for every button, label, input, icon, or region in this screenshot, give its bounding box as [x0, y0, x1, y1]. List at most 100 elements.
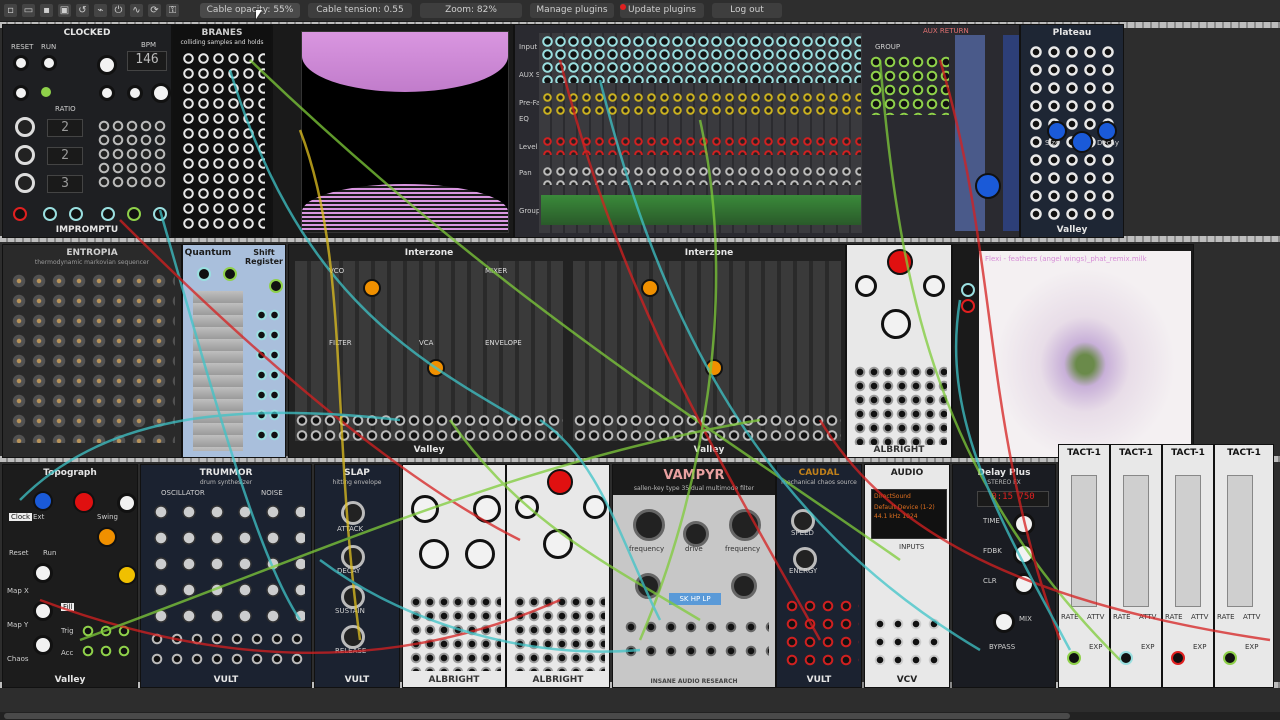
quantum-out-jack[interactable] [223, 267, 237, 281]
ratio-1-knob[interactable] [15, 117, 35, 137]
mixer-faders[interactable] [541, 195, 861, 225]
diffusion-knob[interactable] [1071, 131, 1093, 153]
run-knob[interactable] [41, 55, 57, 71]
drive-knob[interactable] [683, 521, 709, 547]
mixer-input-jacks[interactable] [541, 35, 861, 83]
time-knob[interactable] [1013, 513, 1035, 535]
bpm-knob[interactable] [97, 55, 117, 75]
albright-jacks[interactable] [513, 595, 605, 671]
touch-strip[interactable] [1123, 475, 1149, 607]
albright-main-knob[interactable] [881, 309, 911, 339]
frequency-knob-left[interactable] [633, 509, 665, 541]
trummor-knobs[interactable] [147, 499, 305, 627]
tact-output-jack[interactable] [1223, 651, 1237, 665]
frequency-knob-right[interactable] [729, 509, 761, 541]
sustain-knob[interactable] [341, 585, 365, 609]
audio-jacks[interactable] [871, 615, 945, 665]
map-y-knob[interactable] [33, 601, 53, 621]
clk2-jack[interactable] [127, 207, 141, 221]
albright-knob[interactable] [473, 495, 501, 523]
clk-knob[interactable] [151, 83, 171, 103]
interzone-2-jacks[interactable] [573, 413, 841, 443]
run-input-jack[interactable] [43, 207, 57, 221]
open-folder-icon[interactable]: ▭ [22, 4, 35, 17]
attack-knob[interactable] [341, 501, 365, 525]
topograph-yellow-knob[interactable] [117, 565, 137, 585]
mixer-level-cv-jacks[interactable] [541, 135, 861, 155]
zoom-slider[interactable]: Zoom: 82% [420, 3, 522, 18]
size-knob[interactable] [1047, 121, 1067, 141]
release-knob[interactable] [341, 625, 365, 649]
reset-input-jack[interactable] [13, 207, 27, 221]
reset-button[interactable] [13, 85, 29, 101]
wave-knob[interactable] [427, 359, 445, 377]
milkrack-jack[interactable] [961, 283, 975, 297]
ratio-2-knob[interactable] [15, 145, 35, 165]
peak-knob-left[interactable] [635, 573, 661, 599]
cable-opacity-slider[interactable]: Cable opacity: 55% [200, 3, 300, 18]
ratio-3-knob[interactable] [15, 173, 35, 193]
save-icon[interactable]: ▪ [40, 4, 53, 17]
master-level-knob[interactable] [975, 173, 1001, 199]
swing-knob[interactable] [99, 85, 115, 101]
clk3-jack[interactable] [153, 207, 167, 221]
clocked-knob-grid[interactable] [97, 119, 167, 189]
mixer-aux-knobs[interactable] [541, 91, 861, 117]
albright-knob[interactable] [419, 539, 449, 569]
peak-knob-right[interactable] [731, 573, 757, 599]
sync-icon[interactable]: ⟳ [148, 4, 161, 17]
albright-knob[interactable] [923, 275, 945, 297]
lock-icon[interactable]: ⚿ [166, 4, 179, 17]
disconnect-cables-icon[interactable]: ⌁ [94, 4, 107, 17]
shift-register-outs[interactable] [255, 305, 281, 445]
octave-knob[interactable] [363, 279, 381, 297]
quantum-toggle-column[interactable] [193, 291, 243, 451]
albright-jacks[interactable] [409, 595, 501, 671]
trummor-jacks[interactable] [147, 629, 307, 669]
albright-knob[interactable] [465, 539, 495, 569]
feedback-knob[interactable] [1013, 543, 1035, 565]
albright-knob[interactable] [515, 495, 539, 519]
filter-mode-display[interactable]: SK HP LP [669, 593, 721, 605]
clk1-jack[interactable] [101, 207, 115, 221]
touch-strip[interactable] [1227, 475, 1253, 607]
entropia-sequencer-grid[interactable] [9, 271, 175, 443]
albright-knob[interactable] [855, 275, 877, 297]
tempo-knob[interactable] [33, 491, 53, 511]
quantum-in-jack[interactable] [197, 267, 211, 281]
reset-knob[interactable] [13, 55, 29, 71]
albright-knob[interactable] [411, 495, 439, 523]
milkrack-jack[interactable] [961, 299, 975, 313]
swing-knob[interactable] [117, 493, 137, 513]
albright-jacks[interactable] [853, 365, 947, 445]
log-out-button[interactable]: Log out [712, 3, 782, 18]
mixer-pan-knobs[interactable] [541, 165, 861, 185]
map-x-knob[interactable] [33, 563, 53, 583]
topograph-red-knob[interactable] [73, 491, 95, 513]
octave-knob[interactable] [641, 279, 659, 297]
decay-knob[interactable] [341, 545, 365, 569]
group-jacks[interactable] [869, 55, 949, 115]
horizontal-scrollbar[interactable] [0, 712, 1280, 720]
albright-knob[interactable] [583, 495, 607, 519]
albright-main-knob[interactable] [543, 529, 573, 559]
mix-knob[interactable] [993, 611, 1015, 633]
scrollbar-thumb[interactable] [4, 713, 1070, 719]
topograph-orange-knob[interactable] [97, 527, 117, 547]
color-knob[interactable] [1013, 573, 1035, 595]
pw-knob[interactable] [127, 85, 143, 101]
interzone-1-jacks[interactable] [295, 413, 563, 443]
touch-strip[interactable] [1071, 475, 1097, 607]
chaos-knob[interactable] [33, 635, 53, 655]
audio-device-display[interactable]: DirectSound Default Device (1-2) 44.1 kH… [871, 489, 947, 539]
sample-rate-icon[interactable]: ∿ [130, 4, 143, 17]
revert-icon[interactable]: ↺ [76, 4, 89, 17]
caudal-jacks[interactable] [783, 597, 859, 669]
touch-strip[interactable] [1175, 475, 1201, 607]
topograph-outputs[interactable] [79, 621, 135, 661]
update-plugins-button[interactable]: Update plugins [620, 3, 704, 18]
tact-output-jack[interactable] [1119, 651, 1133, 665]
wave-knob[interactable] [705, 359, 723, 377]
bpm-input-jack[interactable] [69, 207, 83, 221]
tact-output-jack[interactable] [1171, 651, 1185, 665]
